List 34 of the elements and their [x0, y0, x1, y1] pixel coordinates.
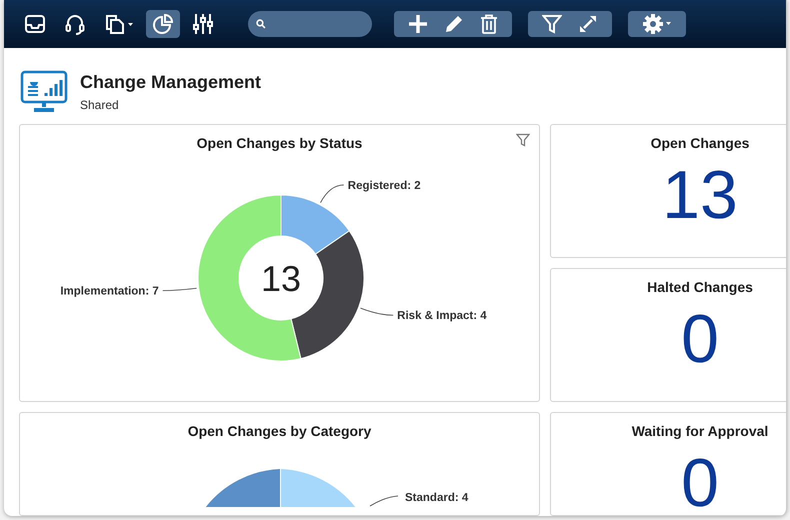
dashboard-subtitle: Shared	[80, 98, 120, 112]
copy-icon	[104, 13, 134, 35]
filter-icon	[542, 14, 562, 34]
filter-icon[interactable]	[516, 133, 530, 147]
dashboard-title: Change Management	[80, 72, 262, 93]
sliders-icon	[192, 13, 214, 35]
data-label: Registered: 2	[348, 180, 421, 192]
leader-line	[370, 496, 398, 506]
headset-icon	[64, 13, 86, 35]
search-field[interactable]	[248, 11, 372, 37]
pie-chart-icon	[152, 13, 174, 35]
trash-icon	[480, 14, 498, 34]
kpi-title: Halted Changes	[647, 279, 753, 295]
kpi-value: 0	[681, 301, 719, 377]
kpi-title: Waiting for Approval	[632, 423, 768, 439]
pencil-icon	[444, 14, 464, 34]
inbox-icon	[24, 14, 46, 34]
pie-button[interactable]	[146, 10, 180, 38]
leader-line	[162, 288, 198, 292]
data-label: Standard: 4	[405, 492, 468, 504]
kpi-title: Open Changes	[650, 135, 750, 151]
expand-icon	[578, 14, 598, 34]
data-label: Implementation: 7	[60, 286, 159, 298]
search-icon	[256, 17, 266, 31]
kpi-value: 0	[681, 445, 719, 515]
chart-title: Open Changes by Category	[188, 423, 372, 439]
chart-title: Open Changes by Status	[196, 135, 362, 151]
data-label: Risk & Impact: 4	[397, 310, 487, 322]
leader-line	[320, 184, 344, 204]
plus-icon	[408, 14, 428, 34]
leader-line	[360, 308, 394, 316]
kpi-value: 13	[662, 157, 738, 233]
total-count: 13	[260, 258, 302, 299]
dashboard-monitor-icon	[20, 70, 68, 114]
